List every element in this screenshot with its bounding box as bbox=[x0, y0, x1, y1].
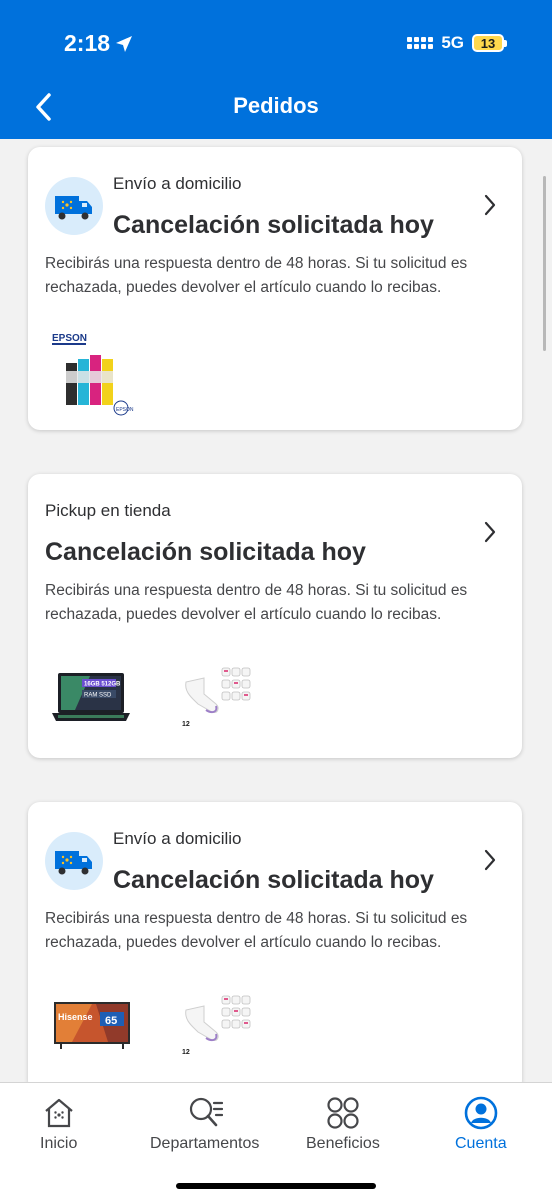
chevron-right-icon[interactable] bbox=[484, 194, 496, 216]
order-description: Recibirás una respuesta dentro de 48 hor… bbox=[45, 255, 468, 296]
nav-item-cuenta[interactable]: Cuenta bbox=[455, 1095, 507, 1153]
account-icon bbox=[464, 1096, 498, 1130]
chevron-right-icon[interactable] bbox=[484, 849, 496, 871]
delivery-truck-icon bbox=[45, 832, 103, 890]
epson-brand-text: EPSON bbox=[52, 333, 87, 344]
order-status: Cancelación solicitada hoy bbox=[113, 211, 434, 239]
benefits-grid-icon bbox=[327, 1097, 359, 1129]
order-type: Envío a domicilio bbox=[113, 829, 242, 848]
order-card[interactable]: Envío a domicilio Cancelación solicitada… bbox=[28, 147, 522, 430]
nav-item-beneficios[interactable]: Beneficios bbox=[306, 1095, 380, 1153]
product-thumbnail-laptop[interactable]: 16GB 512GB RAM SSD bbox=[50, 669, 132, 727]
svg-text:EPSON: EPSON bbox=[116, 407, 134, 413]
socks-count-text: 12 bbox=[182, 1049, 190, 1056]
laptop-spec-text: 16GB 512GB bbox=[84, 682, 121, 688]
page-title: Pedidos bbox=[233, 93, 319, 118]
product-thumbnail-epson-ink[interactable]: EPSON EPSON bbox=[48, 327, 136, 417]
signal-icon bbox=[407, 37, 434, 49]
nav-label: Inicio bbox=[40, 1135, 78, 1152]
status-indicators: 5G 13 bbox=[407, 33, 507, 53]
nav-label: Cuenta bbox=[455, 1135, 507, 1152]
departments-search-icon bbox=[189, 1097, 223, 1127]
nav-item-departamentos[interactable]: Departamentos bbox=[150, 1095, 259, 1153]
product-thumbnail-socks[interactable]: 12 bbox=[176, 664, 256, 734]
network-type: 5G bbox=[441, 33, 464, 52]
tv-brand-text: Hisense bbox=[58, 1012, 93, 1022]
home-indicator[interactable] bbox=[176, 1183, 376, 1189]
order-type: Pickup en tienda bbox=[45, 501, 171, 520]
nav-label: Beneficios bbox=[306, 1135, 380, 1152]
order-description: Recibirás una respuesta dentro de 48 hor… bbox=[45, 910, 468, 951]
product-thumbnail-tv[interactable]: Hisense 65 bbox=[52, 1000, 134, 1052]
socks-count-text: 12 bbox=[182, 721, 190, 728]
orders-list[interactable]: Envío a domicilio Cancelación solicitada… bbox=[0, 139, 552, 1082]
nav-item-inicio[interactable]: Inicio bbox=[40, 1095, 77, 1153]
location-arrow-icon bbox=[116, 35, 133, 52]
order-card[interactable]: Envío a domicilio Cancelación solicitada… bbox=[28, 802, 522, 1082]
order-status: Cancelación solicitada hoy bbox=[45, 538, 366, 566]
chevron-right-icon[interactable] bbox=[484, 521, 496, 543]
battery-level: 13 bbox=[480, 35, 496, 51]
battery-icon: 13 bbox=[472, 34, 507, 52]
order-card[interactable]: Pickup en tienda Cancelación solicitada … bbox=[28, 474, 522, 758]
order-type: Envío a domicilio bbox=[113, 174, 242, 193]
tv-size-text: 65 bbox=[105, 1015, 117, 1027]
home-icon bbox=[44, 1098, 73, 1128]
status-time: 2:18 bbox=[64, 30, 134, 57]
status-time-text: 2:18 bbox=[64, 30, 111, 56]
app-header: 2:18 5G 13 Pedidos bbox=[0, 0, 552, 139]
nav-label: Departamentos bbox=[150, 1135, 260, 1152]
delivery-truck-icon bbox=[45, 177, 103, 235]
order-description: Recibirás una respuesta dentro de 48 hor… bbox=[45, 582, 468, 623]
scrollbar[interactable] bbox=[543, 176, 546, 351]
product-thumbnail-socks[interactable]: 12 bbox=[176, 992, 256, 1062]
order-status: Cancelación solicitada hoy bbox=[113, 866, 434, 894]
svg-text:RAM SSD: RAM SSD bbox=[84, 693, 112, 699]
